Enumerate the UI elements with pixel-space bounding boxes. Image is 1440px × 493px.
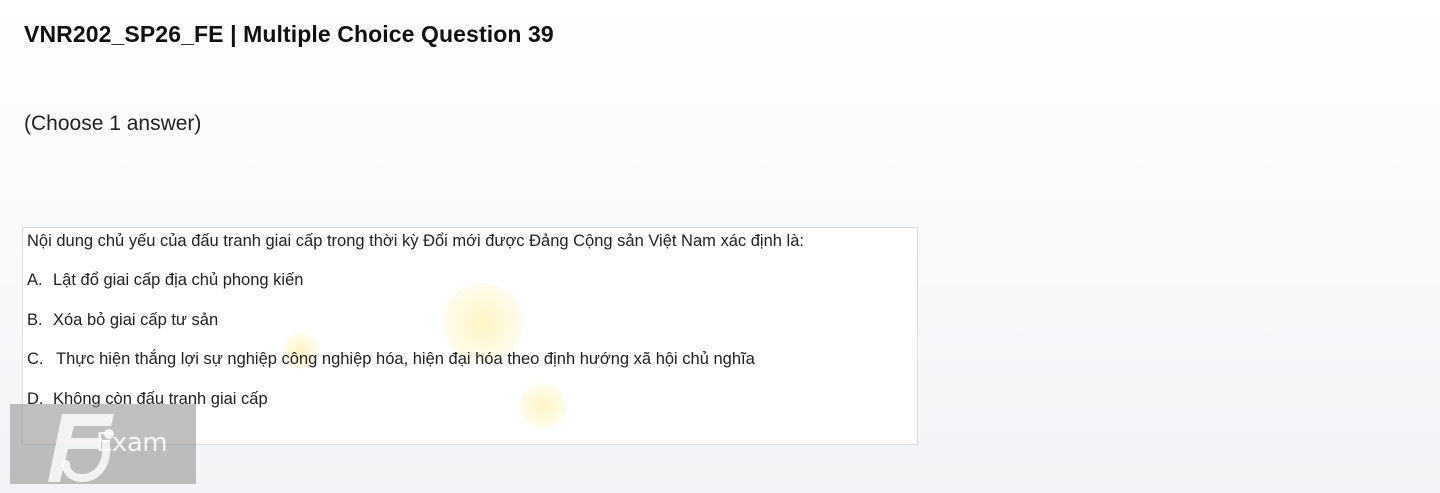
- option-text: Lật đổ giai cấp địa chủ phong kiến: [53, 271, 304, 289]
- option-letter: B.: [27, 311, 43, 329]
- fu-exam-logo: Exam: [10, 404, 196, 484]
- option-c[interactable]: C. Thực hiện thắng lợi sự nghiệp công ngh…: [27, 350, 755, 369]
- watermark-medium-dot: [520, 383, 566, 429]
- question-stem: Nội dung chủ yếu của đấu tranh giai cấp …: [27, 232, 804, 250]
- option-text: Thực hiện thắng lợi sự nghiệp công nghiệ…: [56, 350, 755, 368]
- page-title: VNR202_SP26_FE | Multiple Choice Questio…: [24, 21, 554, 47]
- option-letter: C.: [27, 350, 44, 368]
- option-letter: A.: [27, 271, 43, 289]
- option-text: Xóa bỏ giai cấp tư sản: [53, 311, 219, 329]
- answer-instruction: (Choose 1 answer): [24, 112, 202, 135]
- option-a[interactable]: A. Lật đổ giai cấp địa chủ phong kiến: [27, 271, 303, 290]
- logo-text: Exam: [96, 428, 168, 458]
- option-b[interactable]: B. Xóa bỏ giai cấp tư sản: [27, 311, 218, 330]
